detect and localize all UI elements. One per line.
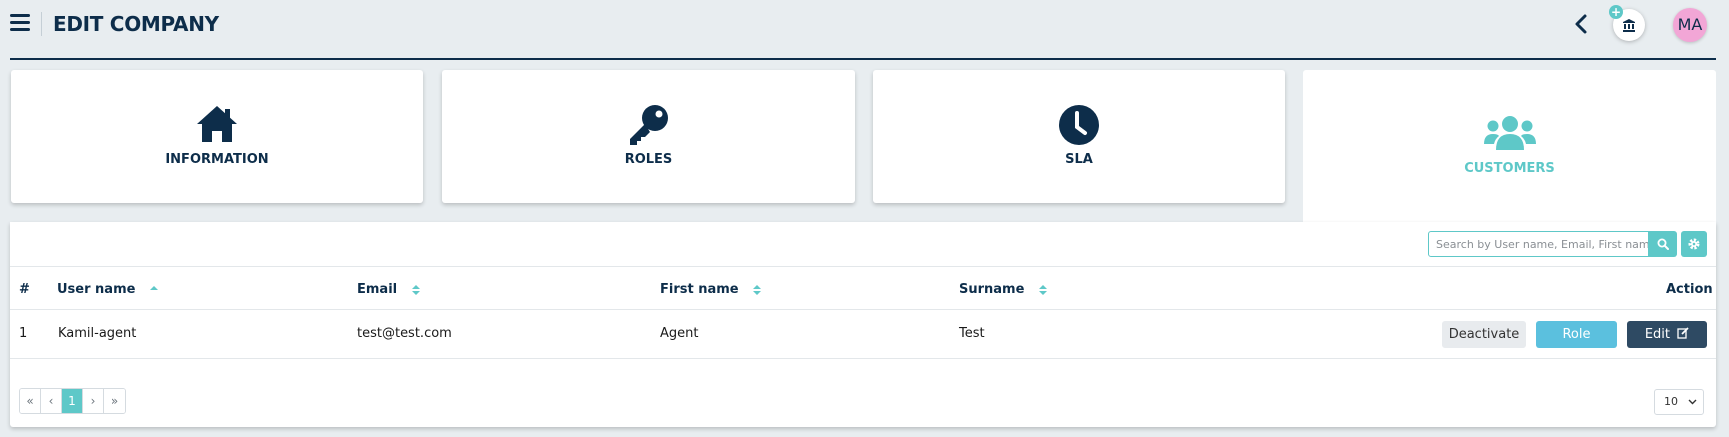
chevron-down-icon bbox=[1688, 399, 1697, 405]
customers-panel: # User name Email First name Surname Act… bbox=[10, 222, 1716, 427]
column-surname-label: Surname bbox=[959, 282, 1025, 297]
role-button[interactable]: Role bbox=[1536, 321, 1617, 348]
page-size-value: 10 bbox=[1664, 395, 1678, 408]
sort-asc-icon bbox=[149, 285, 158, 290]
edit-button-label: Edit bbox=[1644, 327, 1671, 342]
cell-surname: Test bbox=[959, 326, 985, 341]
top-bar: EDIT COMPANY + MA bbox=[0, 0, 1729, 50]
column-first-name-label: First name bbox=[660, 282, 739, 297]
column-username[interactable]: User name bbox=[57, 282, 158, 297]
sort-icon bbox=[753, 284, 762, 295]
edit-button[interactable]: Edit bbox=[1627, 321, 1707, 348]
edit-icon bbox=[1677, 327, 1689, 339]
tab-customers-label: CUSTOMERS bbox=[1464, 161, 1555, 176]
page-title: EDIT COMPANY bbox=[53, 12, 219, 36]
tab-customers[interactable]: CUSTOMERS bbox=[1303, 70, 1716, 222]
sort-icon bbox=[411, 284, 420, 295]
tab-information-label: INFORMATION bbox=[165, 152, 269, 167]
cell-index: 1 bbox=[19, 326, 28, 341]
column-email[interactable]: Email bbox=[357, 282, 420, 297]
clock-icon bbox=[1057, 104, 1101, 146]
page-size-select[interactable]: 10 bbox=[1654, 389, 1704, 415]
bank-icon bbox=[1623, 19, 1635, 32]
tab-sla[interactable]: SLA bbox=[873, 70, 1285, 203]
tab-information[interactable]: INFORMATION bbox=[11, 70, 423, 203]
column-username-label: User name bbox=[57, 282, 136, 297]
next-page-button[interactable]: › bbox=[83, 389, 104, 413]
page-number[interactable]: 1 bbox=[62, 389, 83, 413]
search-icon bbox=[1657, 238, 1669, 250]
cell-username: Kamil-agent bbox=[58, 326, 137, 341]
deactivate-button[interactable]: Deactivate bbox=[1442, 321, 1526, 348]
column-first-name[interactable]: First name bbox=[660, 282, 762, 297]
cell-email: test@test.com bbox=[357, 326, 452, 341]
back-arrow-icon[interactable] bbox=[1573, 12, 1589, 36]
table-row: 1 Kamil-agent test@test.com Agent Test D… bbox=[10, 310, 1716, 359]
search-input[interactable] bbox=[1428, 231, 1658, 257]
column-email-label: Email bbox=[357, 282, 398, 297]
column-action: Action bbox=[1666, 282, 1713, 297]
tab-roles-label: ROLES bbox=[624, 152, 673, 167]
users-icon bbox=[1483, 114, 1536, 156]
hamburger-menu-icon[interactable] bbox=[10, 14, 30, 31]
tab-roles[interactable]: ROLES bbox=[442, 70, 855, 203]
pagination: « ‹ 1 › » bbox=[19, 388, 126, 414]
tab-sla-label: SLA bbox=[1065, 152, 1093, 167]
first-page-button[interactable]: « bbox=[20, 389, 41, 413]
column-surname[interactable]: Surname bbox=[959, 282, 1047, 297]
column-index: # bbox=[19, 282, 30, 297]
settings-button[interactable] bbox=[1681, 231, 1707, 257]
add-badge-icon[interactable]: + bbox=[1609, 5, 1623, 19]
cell-first-name: Agent bbox=[660, 326, 699, 341]
sort-icon bbox=[1038, 284, 1047, 295]
user-avatar[interactable]: MA bbox=[1673, 8, 1707, 42]
last-page-button[interactable]: » bbox=[104, 389, 125, 413]
search-button[interactable] bbox=[1648, 231, 1677, 257]
header-divider bbox=[41, 12, 42, 36]
prev-page-button[interactable]: ‹ bbox=[41, 389, 62, 413]
home-icon bbox=[195, 104, 239, 146]
header-underline bbox=[10, 58, 1716, 60]
key-icon bbox=[627, 104, 671, 146]
gear-icon bbox=[1688, 238, 1700, 250]
table-header: # User name Email First name Surname Act… bbox=[10, 266, 1716, 310]
